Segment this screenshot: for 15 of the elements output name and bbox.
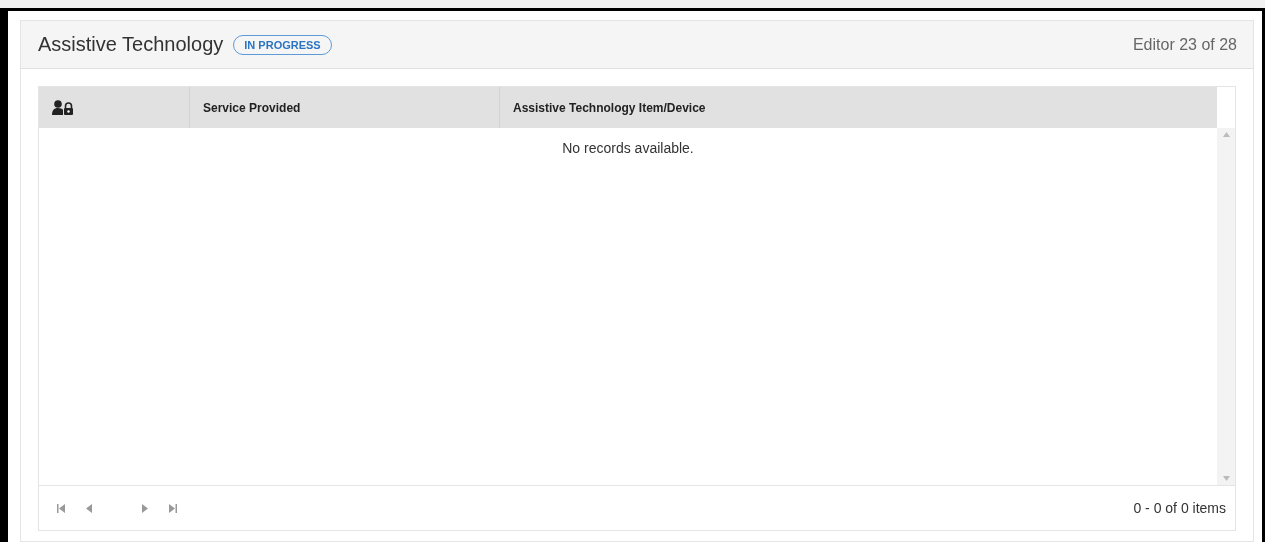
column-header[interactable]: Assistive Technology Item/Device (499, 87, 1217, 128)
pager-summary: 0 - 0 of 0 items (1133, 500, 1226, 516)
user-lock-icon (52, 100, 73, 115)
editor-count: Editor 23 of 28 (1132, 35, 1237, 54)
scrollbar[interactable] (1217, 128, 1235, 485)
column-header[interactable]: Service Provided (189, 87, 499, 128)
scroll-down-icon (1222, 476, 1230, 481)
next-page-icon (139, 503, 149, 513)
first-page-icon (56, 503, 66, 513)
scroll-up-icon (1222, 132, 1230, 137)
panel-title: Assistive Technology (38, 33, 224, 56)
column-header[interactable] (39, 87, 189, 128)
empty-message: No records available. (562, 140, 694, 158)
last-page-icon (167, 503, 177, 513)
previous-page-icon (84, 503, 94, 513)
